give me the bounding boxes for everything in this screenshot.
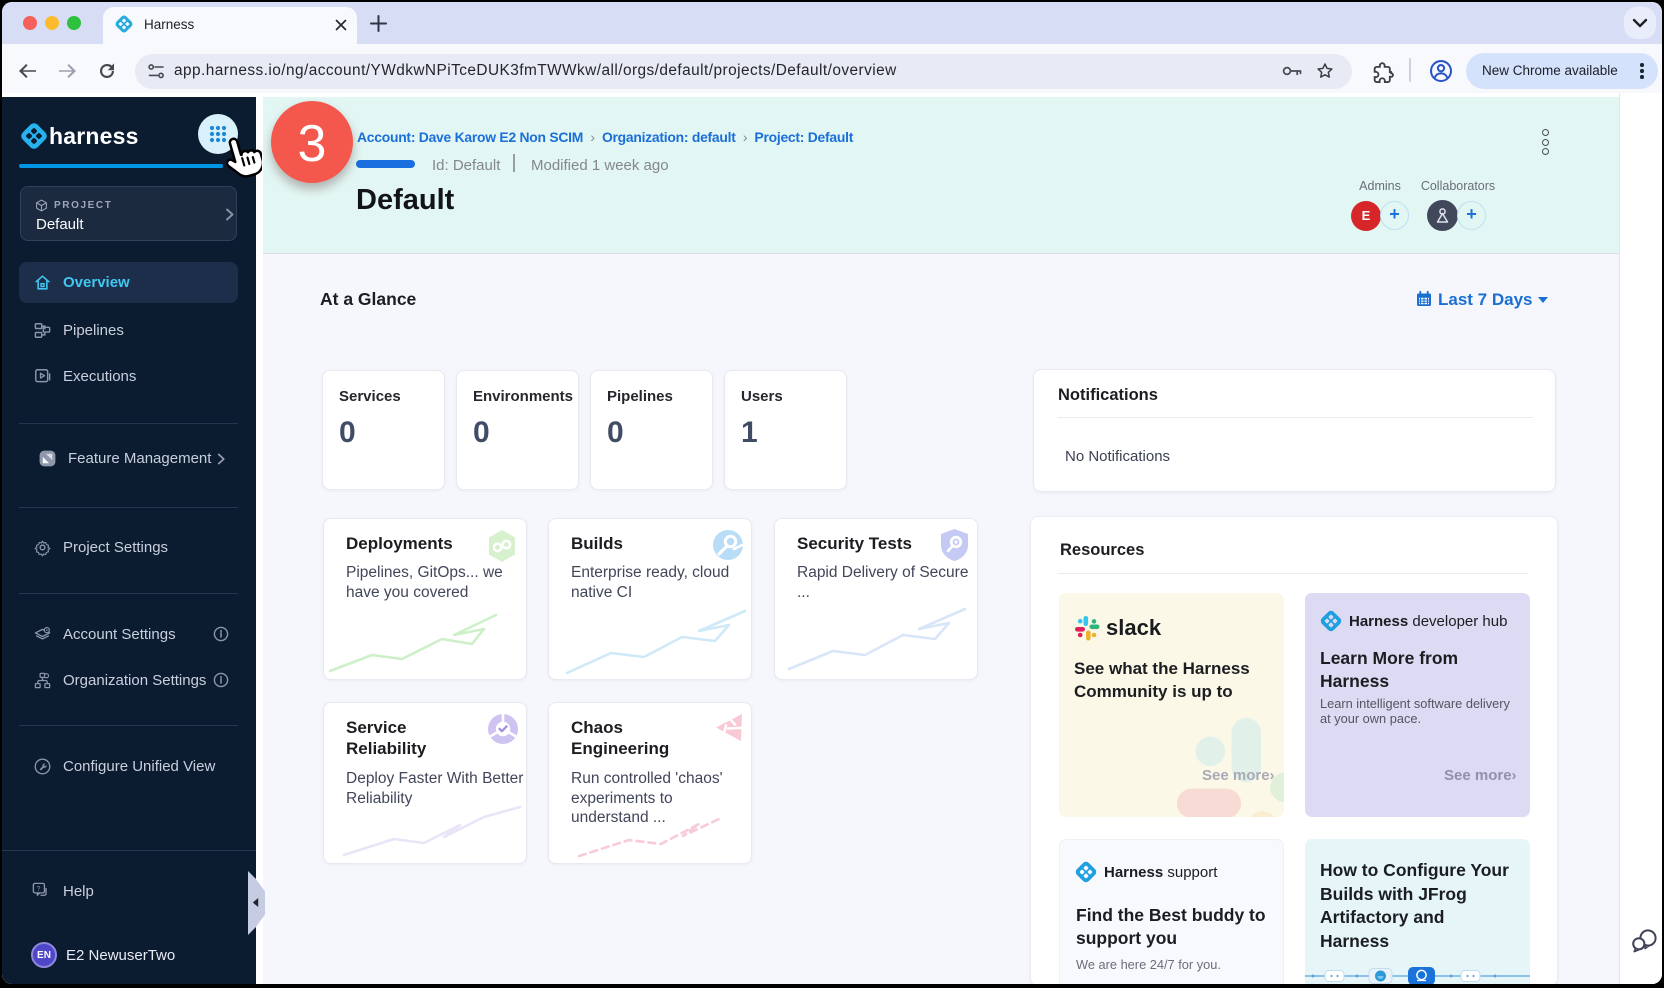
svg-text:?: ? bbox=[37, 885, 41, 893]
